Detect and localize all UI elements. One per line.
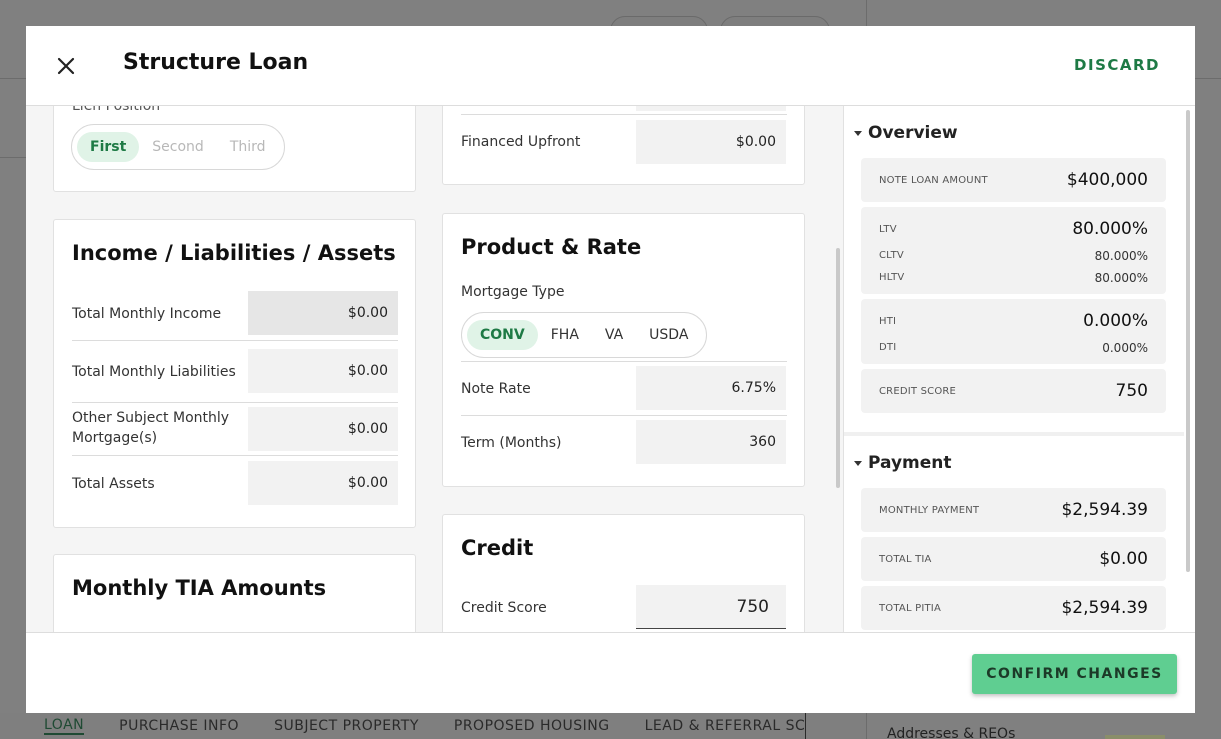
lien-option-third[interactable]: Third <box>217 132 279 162</box>
mortgage-type-conv[interactable]: CONV <box>467 320 538 350</box>
overview-title: Overview <box>868 123 958 143</box>
hti-value: 0.000% <box>1083 311 1148 331</box>
row-divider <box>72 340 398 341</box>
total-pitia-label: TOTAL PITIA <box>879 603 941 614</box>
modal-title: Structure Loan <box>123 50 309 75</box>
total-pitia-tile: TOTAL PITIA $2,594.39 <box>861 586 1166 630</box>
total-tia-label: TOTAL TIA <box>879 554 932 565</box>
overview-toggle[interactable]: Overview <box>854 123 958 143</box>
mortgage-type-usda[interactable]: USDA <box>636 320 701 350</box>
credit-score-tile: CREDIT SCORE 750 <box>861 369 1166 413</box>
close-icon[interactable] <box>54 54 78 78</box>
total-monthly-income-label: Total Monthly Income <box>72 306 222 322</box>
total-pitia-value: $2,594.39 <box>1061 598 1148 618</box>
tab-purchase-info[interactable]: PURCHASE INFO <box>119 718 239 734</box>
credit-score-value: 750 <box>1115 381 1148 401</box>
row-divider <box>461 114 787 115</box>
structure-loan-modal: Structure Loan DISCARD Lien Position Fir… <box>26 26 1195 713</box>
mortgage-type-va[interactable]: VA <box>592 320 636 350</box>
addresses-reos-label: Addresses & REOs <box>887 726 1016 739</box>
card-title: Product & Rate <box>461 235 642 259</box>
hti-tile: HTI 0.000% DTI 0.000% <box>861 299 1166 364</box>
total-tia-tile: TOTAL TIA $0.00 <box>861 537 1166 581</box>
scrollbar[interactable] <box>1186 110 1190 572</box>
financed-upfront-value[interactable]: $0.00 <box>636 120 786 164</box>
total-assets-value[interactable]: $0.00 <box>248 461 398 505</box>
other-subject-mortgage-value[interactable]: $0.00 <box>248 407 398 451</box>
modal-header: Structure Loan DISCARD <box>26 26 1195 106</box>
dti-label: DTI <box>879 342 897 353</box>
lien-position-toggle: First Second Third <box>71 124 285 170</box>
ltv-label: LTV <box>879 224 897 235</box>
lien-option-second[interactable]: Second <box>139 132 217 162</box>
row-divider <box>72 455 398 456</box>
credit-score-input[interactable]: 750 <box>636 585 786 629</box>
mortgage-type-toggle: CONV FHA VA USDA <box>461 312 708 358</box>
confirm-changes-button[interactable]: CONFIRM CHANGES <box>972 654 1177 694</box>
product-rate-card: Product & Rate Mortgage Type CONV FHA VA… <box>442 213 805 487</box>
ltv-value: 80.000% <box>1072 219 1148 239</box>
hltv-label: HLTV <box>879 272 905 283</box>
hltv-value: 80.000% <box>1094 271 1148 285</box>
note-loan-amount-label: NOTE LOAN AMOUNT <box>879 175 988 186</box>
note-rate-label: Note Rate <box>461 381 531 397</box>
term-months-label: Term (Months) <box>461 435 562 451</box>
lien-position-card: Lien Position First Second Third <box>53 106 416 192</box>
monthly-payment-label: MONTHLY PAYMENT <box>879 505 980 516</box>
total-monthly-liabilities-value[interactable]: $0.00 <box>248 349 398 393</box>
row-divider <box>461 415 787 416</box>
lien-option-first[interactable]: First <box>77 132 140 162</box>
row-divider <box>461 361 787 362</box>
credit-score-label: CREDIT SCORE <box>879 386 957 397</box>
note-loan-amount-tile: NOTE LOAN AMOUNT $400,000 <box>861 158 1166 202</box>
tab-lead-referral[interactable]: LEAD & REFERRAL SC <box>645 718 806 734</box>
monthly-payment-value: $2,594.39 <box>1061 500 1148 520</box>
total-monthly-liabilities-label: Total Monthly Liabilities <box>72 364 236 380</box>
tab-subject-property[interactable]: SUBJECT PROPERTY <box>274 718 419 734</box>
income-liabilities-assets-card: Income / Liabilities / Assets Total Mont… <box>53 219 416 528</box>
lien-position-label: Lien Position <box>72 106 161 114</box>
credit-score-label: Credit Score <box>461 600 547 616</box>
summary-panel: Overview NOTE LOAN AMOUNT $400,000 LTV 8… <box>843 106 1195 632</box>
monthly-payment-tile: MONTHLY PAYMENT $2,594.39 <box>861 488 1166 532</box>
financed-upfront-label: Financed Upfront <box>461 134 581 150</box>
background-divider <box>805 713 806 739</box>
note-loan-amount-value: $400,000 <box>1066 170 1148 190</box>
note-rate-value[interactable]: 6.75% <box>636 366 786 410</box>
other-subject-mortgage-label: Other Subject Monthly Mortgage(s) <box>72 410 230 446</box>
discard-button[interactable]: DISCARD <box>1074 56 1160 74</box>
caret-down-icon <box>854 130 862 136</box>
tab-loan[interactable]: LOAN <box>44 717 85 735</box>
payment-toggle[interactable]: Payment <box>854 453 952 473</box>
mortgage-type-fha[interactable]: FHA <box>538 320 592 350</box>
modal-body: Lien Position First Second Third Income … <box>26 106 1195 632</box>
tab-proposed-housing[interactable]: PROPOSED HOUSING <box>454 718 610 734</box>
dti-value: 0.000% <box>1102 341 1148 355</box>
scrollbar[interactable] <box>836 248 840 488</box>
credit-card: Credit Credit Score 750 <box>442 514 805 632</box>
card-title: Income / Liabilities / Assets <box>72 241 396 265</box>
cltv-value: 80.000% <box>1094 249 1148 263</box>
cltv-label: CLTV <box>879 250 904 261</box>
monthly-tia-card: Monthly TIA Amounts <box>53 554 416 632</box>
total-assets-label: Total Assets <box>72 476 155 492</box>
card-title: Monthly TIA Amounts <box>72 576 327 600</box>
row-divider <box>72 402 398 403</box>
total-tia-value: $0.00 <box>1099 549 1148 569</box>
mortgage-type-label: Mortgage Type <box>461 284 565 300</box>
background-tab-bar: LOAN PURCHASE INFO SUBJECT PROPERTY PROP… <box>0 713 866 739</box>
total-monthly-income-value[interactable]: $0.00 <box>248 291 398 335</box>
ltv-tile: LTV 80.000% CLTV 80.000% HLTV 80.000% <box>861 207 1166 294</box>
modal-footer: CONFIRM CHANGES <box>26 632 1195 713</box>
section-divider <box>844 432 1184 436</box>
background-chip <box>1105 735 1165 739</box>
payment-title: Payment <box>868 453 952 473</box>
financing-card: Financed Upfront $0.00 <box>442 106 805 185</box>
hti-label: HTI <box>879 316 897 327</box>
term-months-value[interactable]: 360 <box>636 420 786 464</box>
card-title: Credit <box>461 536 534 560</box>
caret-down-icon <box>854 460 862 466</box>
previous-field-value[interactable] <box>636 106 786 111</box>
